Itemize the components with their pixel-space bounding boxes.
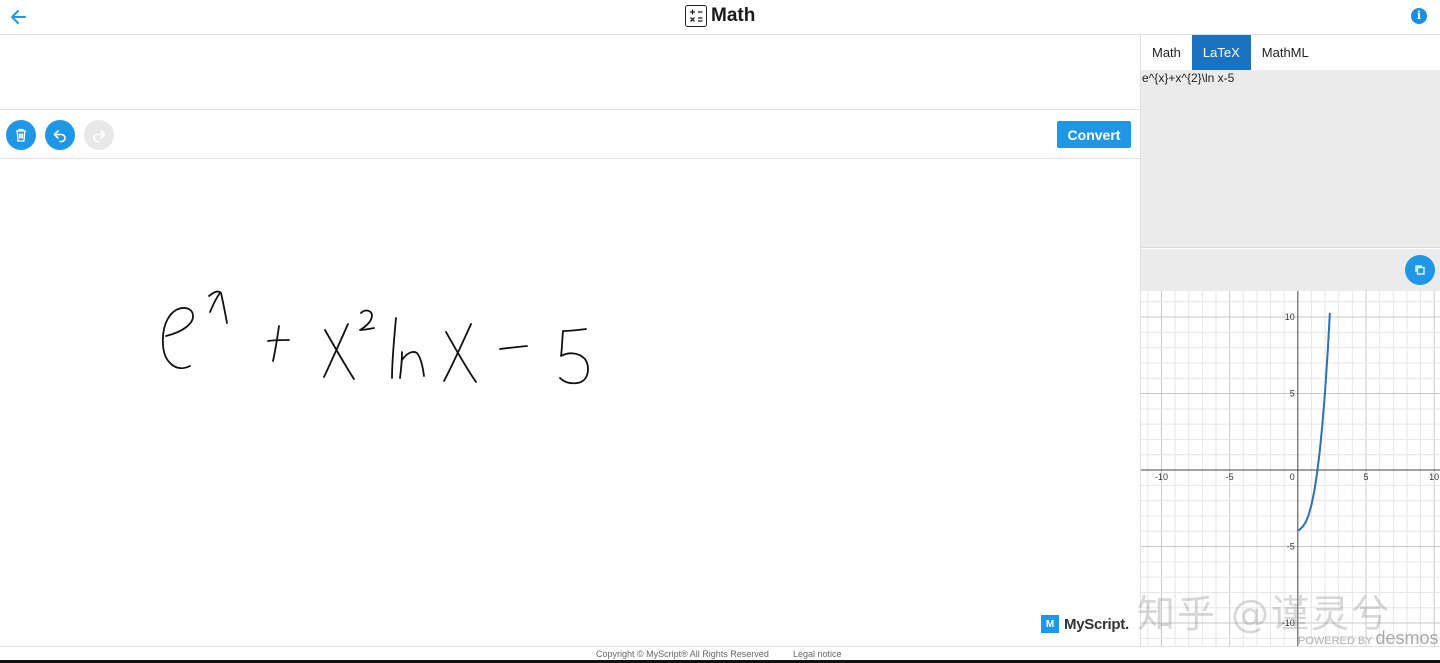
ink-x-2 — [323, 323, 349, 378]
x-tick-label: -10 — [1155, 472, 1168, 482]
redo-icon — [93, 130, 106, 143]
ink-x-3 — [445, 331, 477, 383]
calculator-icon — [685, 5, 707, 27]
function-graph[interactable]: -10 -5 0 5 10 -10 -5 5 10 — [1141, 291, 1440, 646]
conversion-result-area — [0, 35, 1140, 110]
editor-pane: Convert M MyScript. — [0, 35, 1140, 646]
graph-plot: -10 -5 0 5 10 -10 -5 5 10 — [1141, 291, 1440, 646]
copy-bar — [1141, 249, 1440, 291]
latex-output[interactable]: e^{x}+x^{2}\ln x-5 — [1141, 70, 1440, 248]
y-tick-label: -5 — [1287, 542, 1295, 552]
tab-math[interactable]: Math — [1141, 35, 1192, 70]
ink-x-1 — [324, 329, 355, 380]
handwriting-canvas[interactable] — [0, 160, 1140, 646]
output-pane: Math LaTeX MathML e^{x}+x^{2}\ln x-5 -10… — [1140, 35, 1440, 646]
ink-minus — [499, 345, 528, 350]
output-tabs: Math LaTeX MathML — [1141, 35, 1440, 70]
back-arrow-icon[interactable] — [8, 6, 30, 28]
desmos-label: desmos — [1375, 628, 1439, 648]
info-icon[interactable]: i — [1411, 8, 1427, 24]
app-title-group: Math — [685, 4, 755, 28]
tab-mathml[interactable]: MathML — [1251, 35, 1320, 70]
y-tick-label: -10 — [1282, 618, 1295, 628]
myscript-logo: M MyScript. — [1041, 615, 1129, 633]
y-tick-label: 5 — [1290, 389, 1295, 399]
ink-plus-v — [272, 325, 280, 362]
ink-plus-h — [267, 339, 290, 342]
copy-button[interactable] — [1405, 255, 1435, 285]
clear-button[interactable] — [6, 120, 36, 150]
x-tick-label: 0 — [1290, 472, 1295, 482]
ink-x-4 — [443, 323, 472, 382]
myscript-logo-text: MyScript. — [1064, 615, 1129, 633]
latex-output-text: e^{x}+x^{2}\ln x-5 — [1142, 71, 1235, 85]
x-tick-label: -5 — [1226, 472, 1234, 482]
tab-latex[interactable]: LaTeX — [1191, 35, 1251, 70]
x-tick-label: 5 — [1363, 472, 1368, 482]
legal-notice-link[interactable]: Legal notice — [793, 649, 842, 659]
myscript-logo-icon: M — [1041, 615, 1059, 633]
undo-button[interactable] — [45, 120, 75, 150]
top-bar: Math i — [0, 0, 1440, 35]
copyright-text: Copyright © MyScript® All Rights Reserve… — [596, 649, 769, 659]
ink-e — [161, 307, 194, 369]
ink-strokes — [161, 290, 589, 385]
footer: Copyright © MyScript® All Rights Reserve… — [0, 646, 1440, 660]
ink-sup-2 — [359, 309, 375, 331]
y-tick-label: 10 — [1285, 312, 1295, 322]
ink-sup-x-2 — [209, 292, 221, 313]
trash-icon — [16, 128, 26, 142]
redo-button[interactable] — [84, 120, 114, 150]
ink-five — [559, 328, 589, 385]
undo-icon — [53, 130, 66, 143]
editor-toolbar: Convert — [0, 110, 1140, 159]
ink-n — [399, 351, 425, 379]
copy-icon — [1415, 265, 1425, 275]
page-title: Math — [711, 5, 756, 26]
ink-l — [391, 317, 397, 379]
convert-button[interactable]: Convert — [1057, 121, 1131, 148]
x-tick-label: 10 — [1429, 472, 1439, 482]
